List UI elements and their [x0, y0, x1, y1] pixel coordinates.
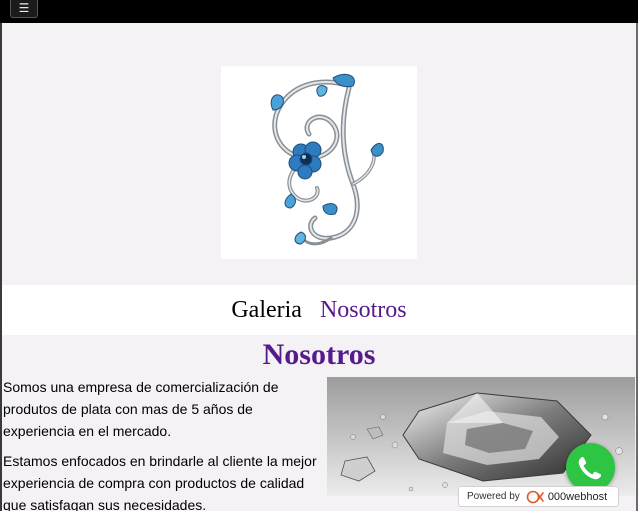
brand-name: 000webhost	[547, 490, 608, 503]
powered-by-badge[interactable]: Powered by 000webhost	[458, 486, 619, 507]
main-navigation: Galeria Nosotros	[2, 285, 636, 335]
whatsapp-phone-icon	[578, 457, 601, 480]
whatsapp-chat-button[interactable]	[566, 443, 615, 492]
about-text: Somos una empresa de comercialización de…	[3, 376, 321, 511]
hero-banner	[2, 23, 636, 285]
hamburger-menu-icon: ☰	[18, 1, 30, 15]
top-navbar: ☰	[0, 0, 638, 23]
000webhost-logo-icon	[526, 490, 544, 503]
hamburger-menu-button[interactable]: ☰	[10, 0, 38, 18]
about-paragraph: Estamos enfocados en brindarle al client…	[3, 453, 317, 511]
silver-ornament-with-blue-flower-logo	[270, 73, 384, 246]
powered-by-label: Powered by	[467, 491, 520, 502]
nav-link-nosotros[interactable]: Nosotros	[320, 297, 407, 324]
about-paragraph: Somos una empresa de comercialización de…	[3, 379, 279, 439]
section-title: Nosotros	[262, 338, 376, 371]
nav-link-galeria[interactable]: Galeria	[231, 297, 302, 324]
site-logo[interactable]	[221, 66, 417, 259]
